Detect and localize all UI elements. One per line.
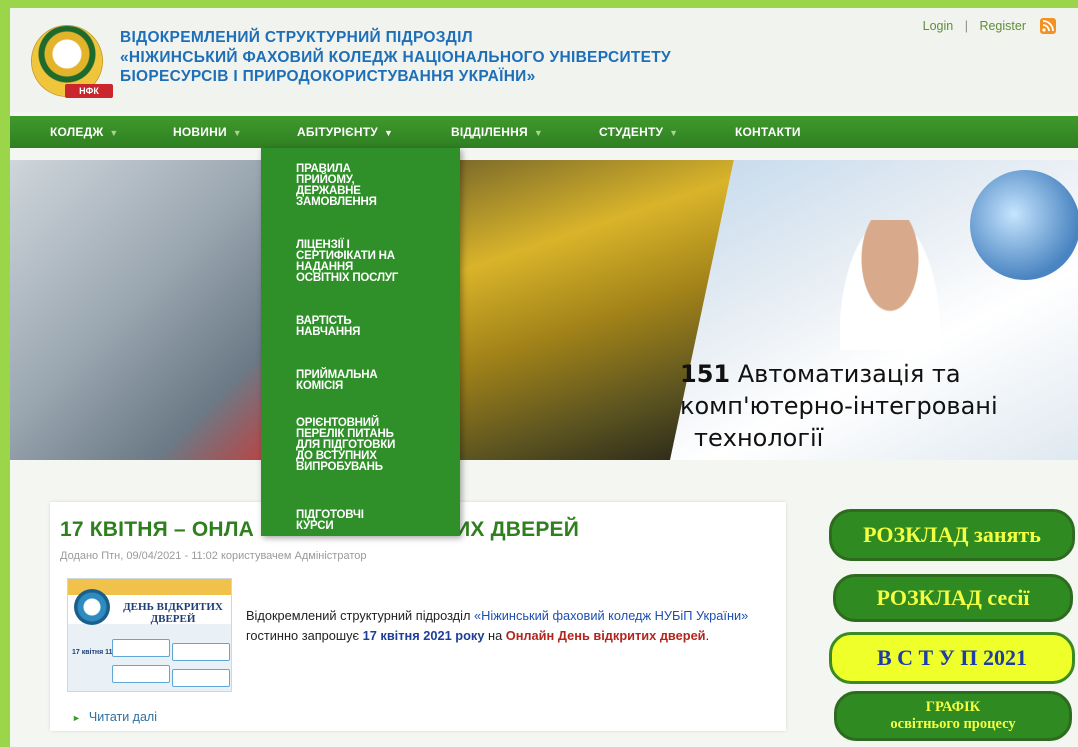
menu-item-line: ОСВІТНІХ ПОСЛУГ [296, 272, 399, 284]
article-teaser: Відокремлений структурний підрозділ «Ніж… [246, 606, 766, 645]
button-label: В С Т У П 2021 [877, 645, 1027, 670]
nav-item-contacts[interactable]: КОНТАКТИ [735, 116, 801, 148]
nav-item-student[interactable]: СТУДЕНТУ ▼ [599, 116, 678, 148]
left-frame [0, 0, 10, 747]
banner-caption-line-1: Автоматизація та [737, 360, 961, 388]
auth-separator: | [964, 19, 968, 33]
admission-2021-button[interactable]: В С Т У П 2021 [829, 632, 1075, 684]
college-link[interactable]: «Ніжинський фаховий коледж НУБіП України… [474, 608, 748, 623]
banner-caption-number: 151 [680, 360, 731, 388]
chevron-down-icon: ▼ [109, 128, 119, 138]
thumbnail-title: ДЕНЬ ВІДКРИТИХ ДВЕРЕЙ [123, 601, 223, 625]
button-label-line-2: освітнього процесу [890, 716, 1016, 732]
schedule-exams-button[interactable]: РОЗКЛАД сесії [833, 574, 1073, 622]
event-date: 17 квітня 2021 року [362, 627, 485, 643]
auth-links: Login | Register [919, 19, 1030, 33]
banner-caption-line-2: комп'ютерно-інтегровані [680, 392, 998, 420]
nav-item-college[interactable]: КОЛЕДЖ ▼ [50, 116, 119, 148]
rss-icon-glyph [1042, 20, 1054, 32]
article-title-left: 17 КВІТНЯ – ОНЛА [60, 518, 255, 541]
teaser-text: . [705, 627, 710, 643]
banner-caption: 151 Автоматизація та комп'ютерно-інтегро… [680, 358, 998, 454]
nav-label: АБІТУРІЄНТУ [297, 125, 378, 139]
register-link[interactable]: Register [979, 19, 1026, 33]
globe-image [970, 170, 1078, 280]
college-logo[interactable]: НФК [32, 26, 113, 98]
menu-item-admission-committee[interactable]: ПРИЙМАЛЬНА КОМІСІЯ [296, 369, 446, 392]
menu-item-line: ЗАМОВЛЕННЯ [296, 196, 377, 208]
event-name: Онлайн День відкритих дверей [505, 627, 706, 643]
rss-icon[interactable] [1040, 18, 1056, 34]
arrow-right-icon: ► [72, 713, 81, 723]
org-title-line-2: «НІЖИНСЬКИЙ ФАХОВИЙ КОЛЕДЖ НАЦІОНАЛЬНОГО… [120, 48, 671, 66]
university-seal-icon [74, 589, 110, 625]
logo-text: НФК [65, 84, 113, 98]
nav-label: КОЛЕДЖ [50, 125, 104, 139]
menu-item-line: ВИПРОБУВАНЬ [296, 461, 383, 473]
menu-item-admission-rules[interactable]: ПРАВИЛА ПРИЙОМУ, ДЕРЖАВНЕ ЗАМОВЛЕННЯ [296, 163, 446, 208]
menu-item-line: КОМІСІЯ [296, 380, 344, 392]
thumbnail-card [112, 665, 170, 683]
menu-item-exam-questions[interactable]: ОРІЄНТОВНИЙ ПЕРЕЛІК ПИТАНЬ ДЛЯ ПІДГОТОВК… [296, 417, 446, 473]
menu-item-prep-courses[interactable]: ПІДГОТОВЧІ КУРСИ [296, 509, 446, 532]
chevron-down-icon: ▼ [383, 128, 394, 138]
menu-item-line: КУРСИ [296, 520, 334, 532]
nav-label: НОВИНИ [173, 125, 227, 139]
main-nav: КОЛЕДЖ ▼ НОВИНИ ▼ АБІТУРІЄНТУ ▼ ВІДДІЛЕННЯ ▼… [10, 116, 1078, 148]
menu-item-licenses[interactable]: ЛІЦЕНЗІЇ І СЕРТИФІКАТИ НА НАДАННЯ ОСВІТН… [296, 239, 446, 284]
page: НФК ВІДОКРЕМЛЕНИЙ СТРУКТУРНИЙ ПІДРОЗДІЛ … [10, 8, 1078, 747]
teaser-text: гостинно запрошує [246, 627, 363, 643]
login-link[interactable]: Login [923, 19, 954, 33]
nav-item-departments[interactable]: ВІДДІЛЕННЯ ▼ [451, 116, 543, 148]
nav-label: СТУДЕНТУ [599, 125, 664, 139]
news-article: 17 КВІТНЯ – ОНЛА ТИХ ДВЕРЕЙ Додано Птн, 0… [50, 502, 786, 731]
nav-item-applicant[interactable]: АБІТУРІЄНТУ ▼ [297, 116, 393, 148]
banner-caption-line-3: технології [694, 424, 824, 452]
article-thumbnail[interactable]: ДЕНЬ ВІДКРИТИХ ДВЕРЕЙ 17 квітня 11:00 [67, 578, 232, 692]
read-more-link[interactable]: ► Читати далі [72, 710, 157, 724]
thumbnail-card [112, 639, 170, 657]
top-frame [0, 0, 1078, 8]
nav-item-news[interactable]: НОВИНИ ▼ [173, 116, 242, 148]
menu-item-line: НАВЧАННЯ [296, 326, 361, 338]
chevron-down-icon: ▼ [669, 128, 679, 138]
thumbnail-card [172, 669, 230, 687]
schedule-classes-button[interactable]: РОЗКЛАД занять [829, 509, 1075, 561]
engineer-image [840, 220, 940, 350]
applicant-dropdown-menu: ПРАВИЛА ПРИЙОМУ, ДЕРЖАВНЕ ЗАМОВЛЕННЯ ЛІЦ… [261, 148, 460, 536]
teaser-text: Відокремлений структурний підрозділ [246, 608, 475, 623]
thumbnail-card [172, 643, 230, 661]
article-meta: Додано Птн, 09/04/2021 - 11:02 користува… [60, 550, 367, 562]
button-label: РОЗКЛАД занять [863, 522, 1041, 547]
chevron-down-icon: ▼ [533, 128, 543, 138]
nav-label: КОНТАКТИ [735, 125, 801, 139]
org-title-line-3: БІОРЕСУРСІВ І ПРИРОДОКОРИСТУВАННЯ УКРАЇН… [120, 68, 536, 85]
org-title-line-1: ВІДОКРЕМЛЕНИЙ СТРУКТУРНИЙ ПІДРОЗДІЛ [120, 29, 473, 46]
educational-schedule-button[interactable]: ГРАФІК освітнього процесу [834, 691, 1072, 741]
button-label: РОЗКЛАД сесії [876, 585, 1030, 610]
nav-label: ВІДДІЛЕННЯ [451, 125, 528, 139]
chevron-down-icon: ▼ [232, 128, 242, 138]
hero-banner[interactable]: 151 Автоматизація та комп'ютерно-інтегро… [10, 160, 1078, 460]
article-title-right: ТИХ ДВЕРЕЙ [442, 518, 580, 541]
read-more-label: Читати далі [88, 710, 157, 724]
org-title[interactable]: ВІДОКРЕМЛЕНИЙ СТРУКТУРНИЙ ПІДРОЗДІЛ «НІЖ… [120, 28, 740, 87]
site-header: НФК ВІДОКРЕМЛЕНИЙ СТРУКТУРНИЙ ПІДРОЗДІЛ … [10, 8, 1078, 112]
menu-item-tuition-cost[interactable]: ВАРТІСТЬ НАВЧАННЯ [296, 315, 446, 338]
button-label-line-1: ГРАФІК [925, 699, 981, 715]
teaser-text: на [484, 627, 506, 643]
